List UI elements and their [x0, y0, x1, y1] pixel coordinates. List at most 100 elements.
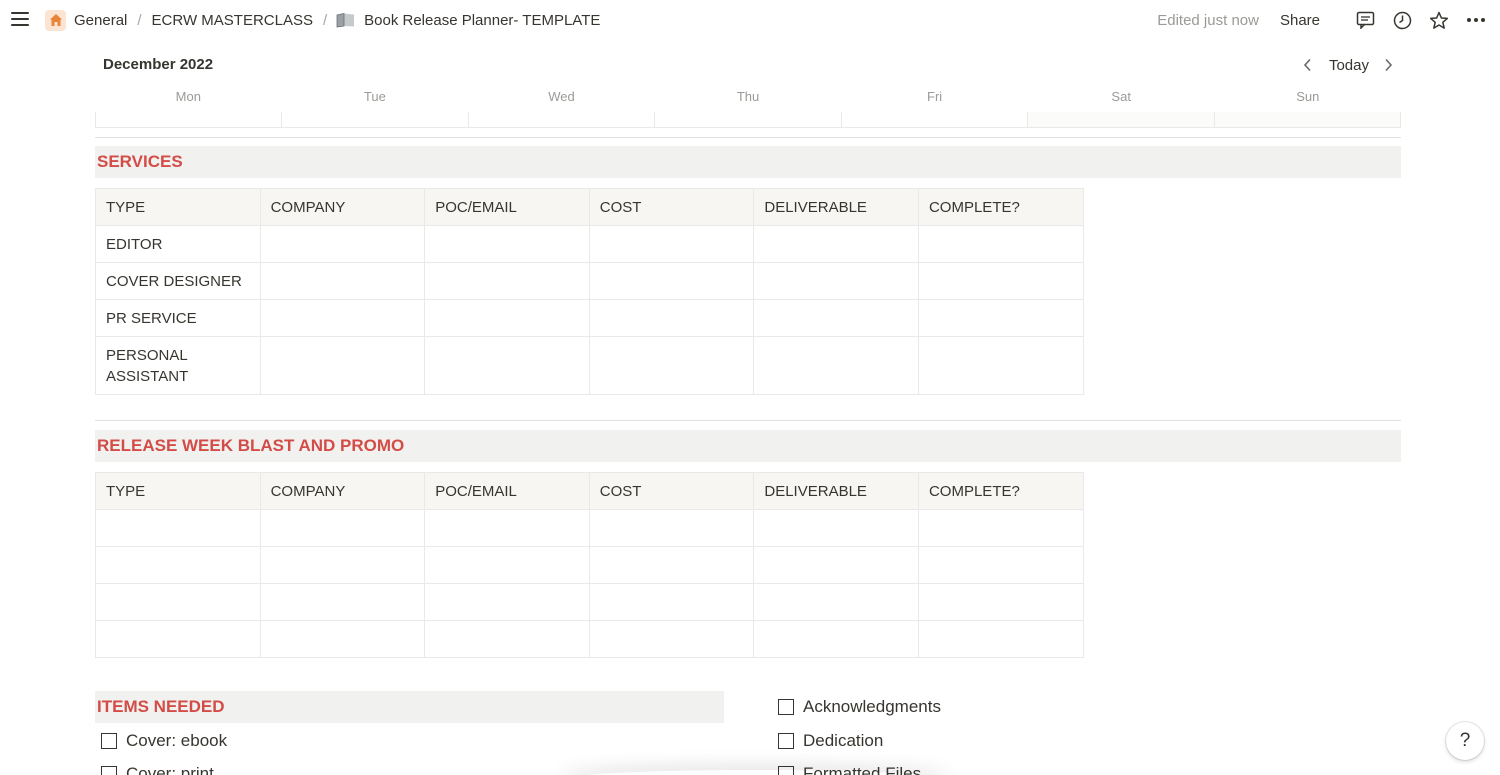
breadcrumb-separator: / [137, 11, 142, 29]
table-cell[interactable] [753, 546, 919, 584]
table-cell[interactable] [424, 262, 590, 300]
comment-icon[interactable] [1355, 10, 1375, 30]
table-row: COVER DESIGNER [95, 262, 1084, 300]
table-cell[interactable] [917, 620, 1084, 658]
breadcrumb-masterclass[interactable]: ECRW MASTERCLASS [151, 12, 314, 29]
table-cell[interactable] [95, 583, 261, 621]
chevron-left-icon[interactable] [1300, 55, 1316, 75]
release-week-table: TYPE COMPANY POC/EMAIL COST DELIVERABLE … [95, 472, 1084, 658]
table-cell[interactable] [424, 336, 590, 395]
table-cell[interactable]: EDITOR [95, 225, 261, 263]
table-cell[interactable] [424, 620, 590, 658]
star-icon[interactable] [1429, 10, 1449, 30]
checkbox[interactable] [778, 699, 794, 715]
menu-icon[interactable] [11, 11, 29, 27]
table-cell[interactable] [917, 225, 1084, 263]
table-cell[interactable]: COVER DESIGNER [95, 262, 261, 300]
table-cell[interactable]: PR SERVICE [95, 299, 261, 337]
table-header-cell[interactable]: POC/EMAIL [424, 472, 590, 510]
todo-label[interactable]: Acknowledgments [803, 697, 941, 717]
calendar-day-cell[interactable] [842, 112, 1029, 127]
more-icon[interactable] [1466, 10, 1486, 30]
table-cell[interactable] [424, 225, 590, 263]
table-header-cell[interactable]: COST [588, 188, 755, 226]
table-cell[interactable] [259, 620, 426, 658]
table-cell[interactable] [95, 546, 261, 584]
calendar-day-cell[interactable] [655, 112, 842, 127]
table-row [95, 509, 1084, 547]
home-icon[interactable] [45, 9, 66, 31]
table-cell[interactable] [424, 546, 590, 584]
table-cell[interactable] [753, 225, 919, 263]
table-cell[interactable] [753, 583, 919, 621]
checkbox[interactable] [101, 733, 117, 749]
table-header-cell[interactable]: TYPE [95, 188, 261, 226]
services-table: TYPE COMPANY POC/EMAIL COST DELIVERABLE … [95, 188, 1084, 395]
table-header-cell[interactable]: COMPANY [259, 472, 426, 510]
table-cell[interactable]: PERSONAL ASSISTANT [95, 336, 261, 395]
table-cell[interactable] [588, 336, 755, 395]
table-cell[interactable] [588, 620, 755, 658]
table-cell[interactable] [588, 262, 755, 300]
folder-icon [336, 12, 355, 28]
table-cell[interactable] [917, 299, 1084, 337]
checkbox[interactable] [778, 733, 794, 749]
todo-item: Acknowledgments [778, 697, 941, 717]
todo-label[interactable]: Dedication [803, 731, 883, 751]
share-button[interactable]: Share [1280, 12, 1320, 29]
table-cell[interactable] [259, 509, 426, 547]
table-header-cell[interactable]: COMPLETE? [917, 188, 1084, 226]
help-button[interactable]: ? [1446, 722, 1484, 760]
table-cell[interactable] [424, 299, 590, 337]
table-cell[interactable] [259, 546, 426, 584]
table-header-cell[interactable]: COMPANY [259, 188, 426, 226]
table-cell[interactable] [917, 262, 1084, 300]
calendar-day-cell[interactable] [96, 112, 283, 127]
items-needed-heading: ITEMS NEEDED [95, 691, 724, 723]
table-cell[interactable] [753, 262, 919, 300]
table-cell[interactable] [588, 225, 755, 263]
table-cell[interactable] [95, 620, 261, 658]
table-cell[interactable] [753, 336, 919, 395]
table-header-cell[interactable]: COMPLETE? [917, 472, 1084, 510]
table-cell[interactable] [917, 509, 1084, 547]
calendar-day-cell[interactable] [1214, 112, 1400, 127]
table-header-row: TYPE COMPANY POC/EMAIL COST DELIVERABLE … [95, 472, 1084, 510]
table-cell[interactable] [588, 299, 755, 337]
history-icon[interactable] [1392, 10, 1412, 30]
table-header-cell[interactable]: DELIVERABLE [753, 472, 919, 510]
breadcrumb-page[interactable]: Book Release Planner- TEMPLATE [363, 12, 601, 29]
table-row: EDITOR [95, 225, 1084, 263]
table-header-cell[interactable]: DELIVERABLE [753, 188, 919, 226]
calendar-day-cell[interactable] [282, 112, 469, 127]
table-cell[interactable] [753, 509, 919, 547]
calendar-day-cell[interactable] [469, 112, 656, 127]
table-cell[interactable] [917, 546, 1084, 584]
checkbox[interactable] [101, 766, 117, 775]
table-cell[interactable] [259, 225, 426, 263]
table-cell[interactable] [588, 509, 755, 547]
table-cell[interactable] [259, 262, 426, 300]
todo-label[interactable]: Cover: ebook [126, 731, 227, 751]
table-header-cell[interactable]: COST [588, 472, 755, 510]
table-cell[interactable] [259, 583, 426, 621]
table-cell[interactable] [588, 583, 755, 621]
breadcrumb-general[interactable]: General [73, 12, 128, 29]
chevron-right-icon[interactable] [1380, 55, 1396, 75]
table-cell[interactable] [424, 509, 590, 547]
table-cell[interactable] [753, 299, 919, 337]
table-header-cell[interactable]: POC/EMAIL [424, 188, 590, 226]
calendar-day-cell[interactable] [1028, 112, 1215, 127]
calendar-week-row [95, 112, 1401, 128]
table-cell[interactable] [917, 336, 1084, 395]
table-cell[interactable] [259, 336, 426, 395]
table-cell[interactable] [259, 299, 426, 337]
table-cell[interactable] [424, 583, 590, 621]
table-cell[interactable] [753, 620, 919, 658]
table-cell[interactable] [588, 546, 755, 584]
table-cell[interactable] [917, 583, 1084, 621]
todo-label[interactable]: Cover: print [126, 764, 214, 775]
table-cell[interactable] [95, 509, 261, 547]
today-button[interactable]: Today [1329, 57, 1369, 74]
table-header-cell[interactable]: TYPE [95, 472, 261, 510]
